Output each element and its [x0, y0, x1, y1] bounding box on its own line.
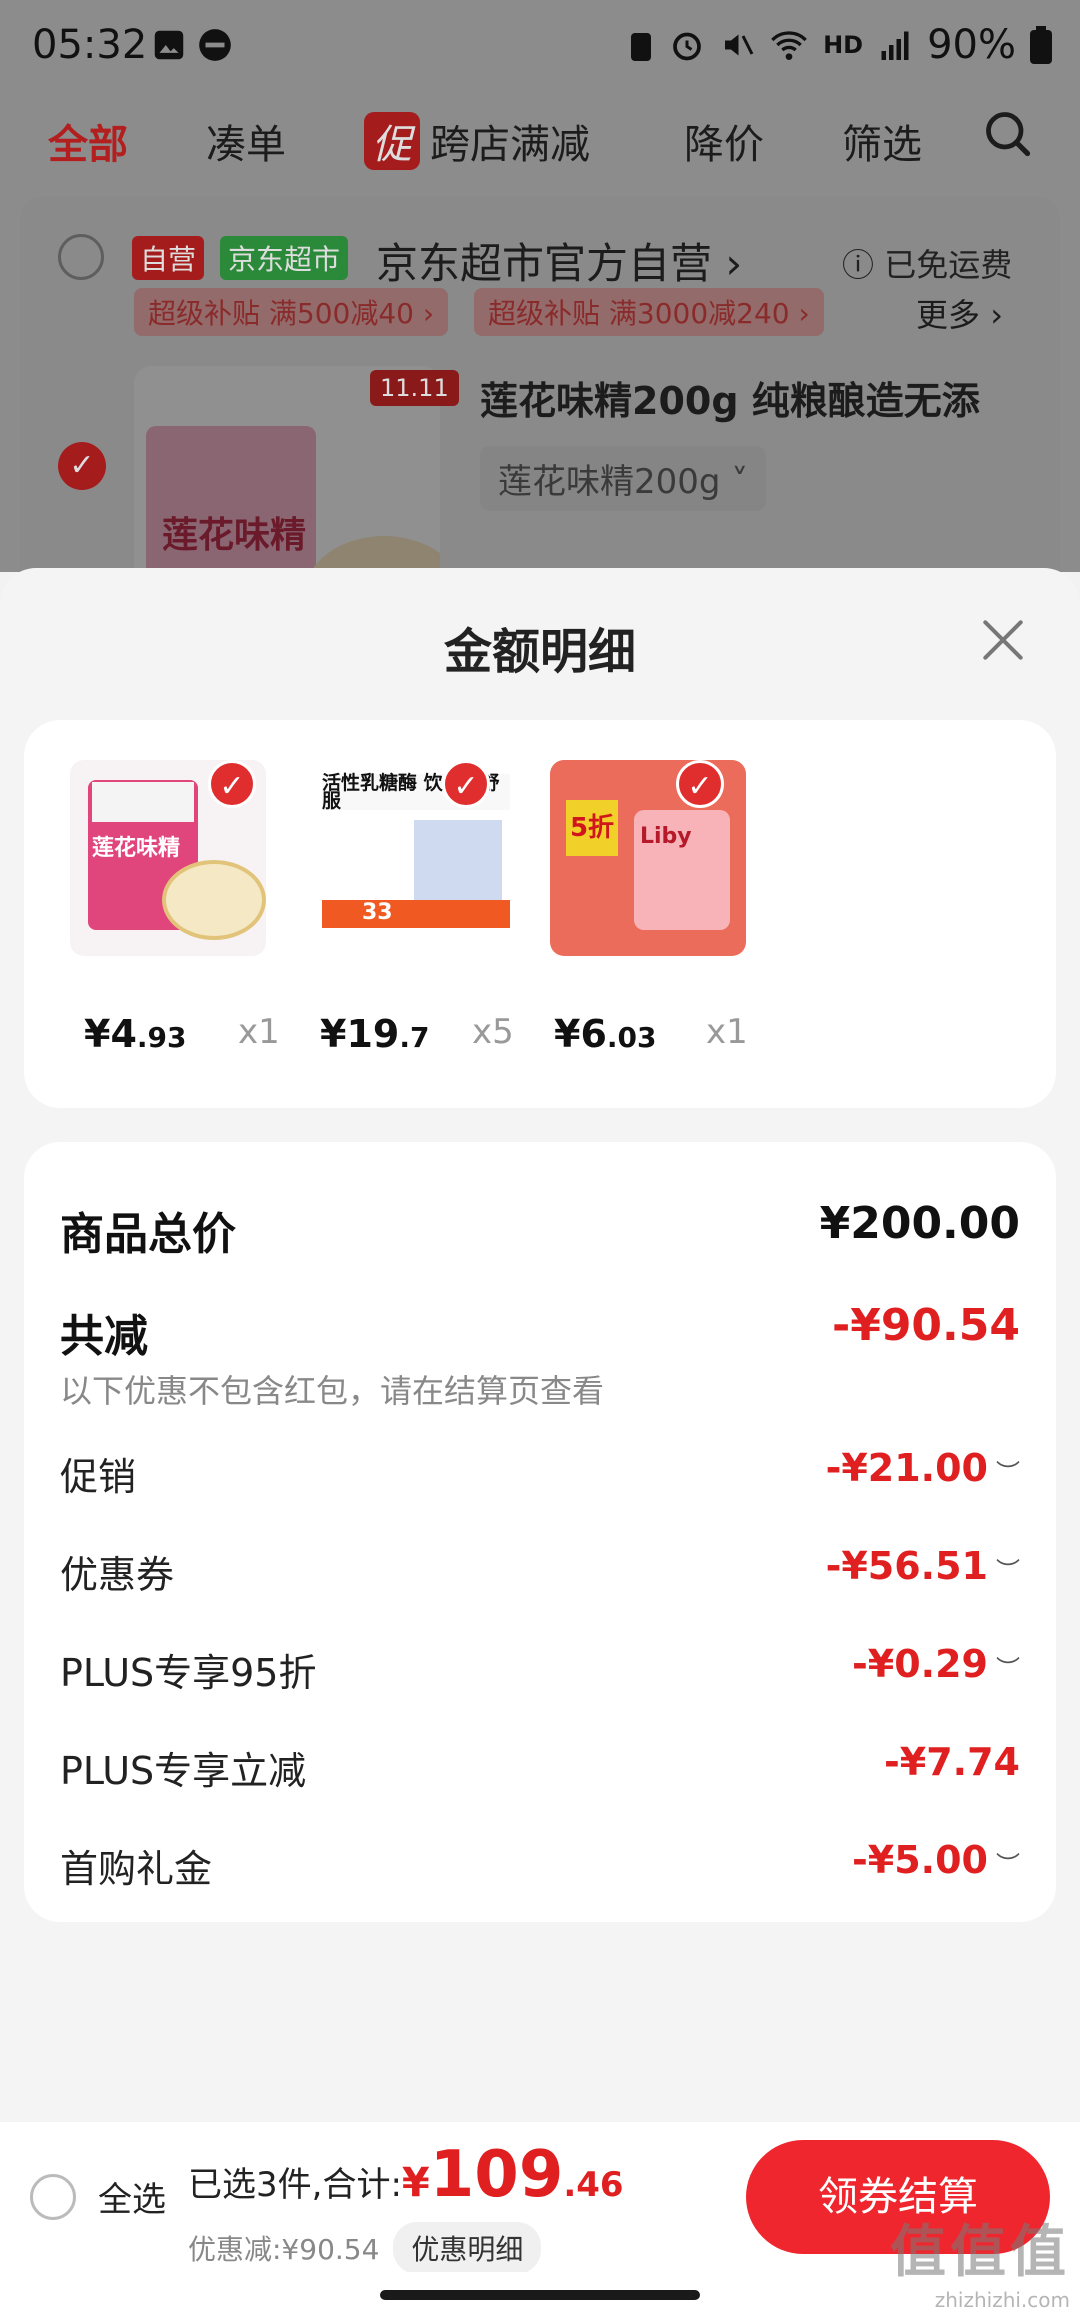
select-all-radio[interactable] [30, 2173, 76, 2220]
tab-bundle[interactable]: 凑单 [206, 112, 286, 170]
promo-badge: 促 [364, 112, 420, 170]
status-right-group: HD 90% [627, 22, 1052, 68]
amount-detail-sheet: 金额明细 莲花味精 ✓ ¥4.93 x1 活性乳糖酶 饮奶更舒服 33 ✓ ¥1… [0, 568, 1080, 2316]
coupon-chip-2[interactable]: 超级补贴 满3000减240 › [474, 288, 824, 336]
item-image-3-text: 5折 [566, 800, 618, 856]
item-image-2-sub: 33 [322, 900, 510, 928]
close-icon[interactable] [972, 610, 1032, 670]
total-amount: 109 [429, 2138, 564, 2212]
battery-percent: 90% [927, 22, 1016, 68]
first-gift-row-value[interactable]: -¥5.00 ︶ [852, 1838, 1020, 1882]
coupon-row-value[interactable]: -¥56.51 ︶ [826, 1544, 1020, 1588]
item-qty-3: x1 [706, 1012, 748, 1052]
shop-select-radio[interactable] [58, 234, 104, 280]
total-currency: ¥ [401, 2160, 430, 2206]
plus-reduce-row-label: PLUS专享立减 [60, 1749, 307, 1793]
jd-market-tag: 京东超市 [220, 236, 349, 280]
sheet-title: 金额明细 [443, 624, 636, 680]
selected-items-card: 莲花味精 ✓ ¥4.93 x1 活性乳糖酶 饮奶更舒服 33 ✓ ¥19.7 x… [24, 720, 1056, 1108]
promo-row-value[interactable]: -¥21.00 ︶ [826, 1446, 1020, 1490]
first-gift-row-label: 首购礼金 [60, 1847, 213, 1891]
item-check-3[interactable]: ✓ [676, 760, 724, 808]
tab-cross-store[interactable]: 促跨店满减 [364, 112, 590, 170]
product-title[interactable]: 莲花味精200g 纯粮酿造无添 [480, 370, 980, 425]
battery-saver-icon [631, 33, 652, 61]
discount-text: 优惠减:¥90.54 [188, 2233, 380, 2266]
item-check-1[interactable]: ✓ [208, 760, 256, 808]
watermark: 值值值 zhizhizhi.com [890, 2207, 1070, 2312]
plus95-row-value[interactable]: -¥0.29 ︶ [852, 1642, 1020, 1686]
product-check[interactable]: ✓ [58, 442, 106, 490]
watermark-main: 值值值 [890, 2220, 1070, 2285]
chevron-down-icon: ︶ [996, 1459, 1020, 1487]
total-line: 已选3件,合计:¥109.46 [188, 2138, 624, 2212]
network-label: HD [823, 31, 864, 59]
discount-line: 优惠减:¥90.54 优惠明细 [188, 2222, 542, 2274]
chevron-down-icon: ︶ [996, 1557, 1020, 1585]
signal-icon [881, 31, 909, 60]
coupon-chip-1[interactable]: 超级补贴 满500减40 › [134, 288, 449, 336]
total-reduce-label: 共减 [60, 1311, 148, 1362]
do-not-disturb-icon [199, 29, 231, 61]
tab-filter[interactable]: 筛选 [842, 112, 922, 170]
tab-price-drop[interactable]: 降价 [684, 112, 764, 170]
price-breakdown-card: 商品总价 ¥200.00 共减 -¥90.54 以下优惠不包含红包，请在结算页查… [24, 1142, 1056, 1922]
watermark-sub: zhizhizhi.com [934, 2288, 1070, 2312]
battery-icon [1030, 26, 1052, 64]
self-operated-tag: 自营 [132, 236, 205, 280]
select-all-label: 全选 [98, 2180, 166, 2220]
shop-card: 自营 京东超市 京东超市官方自营 › ⓘ 已免运费 超级补贴 满500减40 ›… [20, 196, 1060, 572]
search-icon[interactable] [982, 108, 1034, 160]
status-time: 05:32 [32, 22, 148, 68]
chevron-down-icon: ︶ [996, 1851, 1020, 1879]
coupon-row-label: 优惠券 [60, 1553, 175, 1597]
item-qty-1: x1 [238, 1012, 280, 1052]
item-price-1: ¥4.93 [84, 1012, 187, 1056]
chevron-down-icon: ︶ [996, 1655, 1020, 1683]
item-price-2: ¥19.7 [320, 1012, 430, 1056]
alarm-icon [673, 32, 701, 61]
mute-icon [725, 34, 754, 56]
shop-name[interactable]: 京东超市官方自营 › [376, 230, 742, 291]
item-qty-2: x5 [472, 1012, 514, 1052]
home-indicator[interactable] [380, 2290, 700, 2300]
plus95-row-label: PLUS专享95折 [60, 1651, 317, 1695]
wifi-icon [771, 31, 807, 60]
item-price-3: ¥6.03 [554, 1012, 657, 1056]
tab-all[interactable]: 全部 [48, 112, 128, 170]
plus-reduce-row-value: -¥7.74 [884, 1740, 1020, 1784]
shipping-info[interactable]: ⓘ 已免运费 [842, 240, 1012, 286]
status-bar: 05:32 HD 90% [0, 0, 1080, 92]
item-image-1-text: 莲花味精 [92, 836, 181, 861]
total-decimal: .46 [563, 2165, 624, 2205]
total-price-label: 商品总价 [60, 1209, 236, 1260]
selected-count-text: 已选3件,合计: [188, 2165, 402, 2205]
item-image-3-brand: Liby [640, 824, 692, 849]
product-spec-select[interactable]: 莲花味精200g ˅ [480, 446, 767, 511]
tab-cross-store-label: 跨店满减 [430, 122, 590, 168]
product-image-text: 莲花味精 [162, 515, 307, 556]
double11-badge: 11.11 [370, 370, 459, 406]
discount-detail-button[interactable]: 优惠明细 [393, 2222, 542, 2274]
image-icon [154, 30, 184, 60]
total-price-value: ¥200.00 [819, 1198, 1020, 1249]
select-all[interactable]: 全选 [30, 2172, 166, 2221]
cart-tabs: 全部 凑单 促跨店满减 降价 筛选 [0, 92, 1080, 192]
item-check-2[interactable]: ✓ [442, 760, 490, 808]
cart-background: 全部 凑单 促跨店满减 降价 筛选 自营 京东超市 京东超市官方自营 › ⓘ 已… [0, 92, 1080, 572]
reduce-note: 以下优惠不包含红包，请在结算页查看 [60, 1372, 605, 1410]
promo-row-label: 促销 [60, 1455, 137, 1499]
total-reduce-value: -¥90.54 [831, 1300, 1020, 1351]
more-coupons-link[interactable]: 更多 › [916, 290, 1003, 336]
